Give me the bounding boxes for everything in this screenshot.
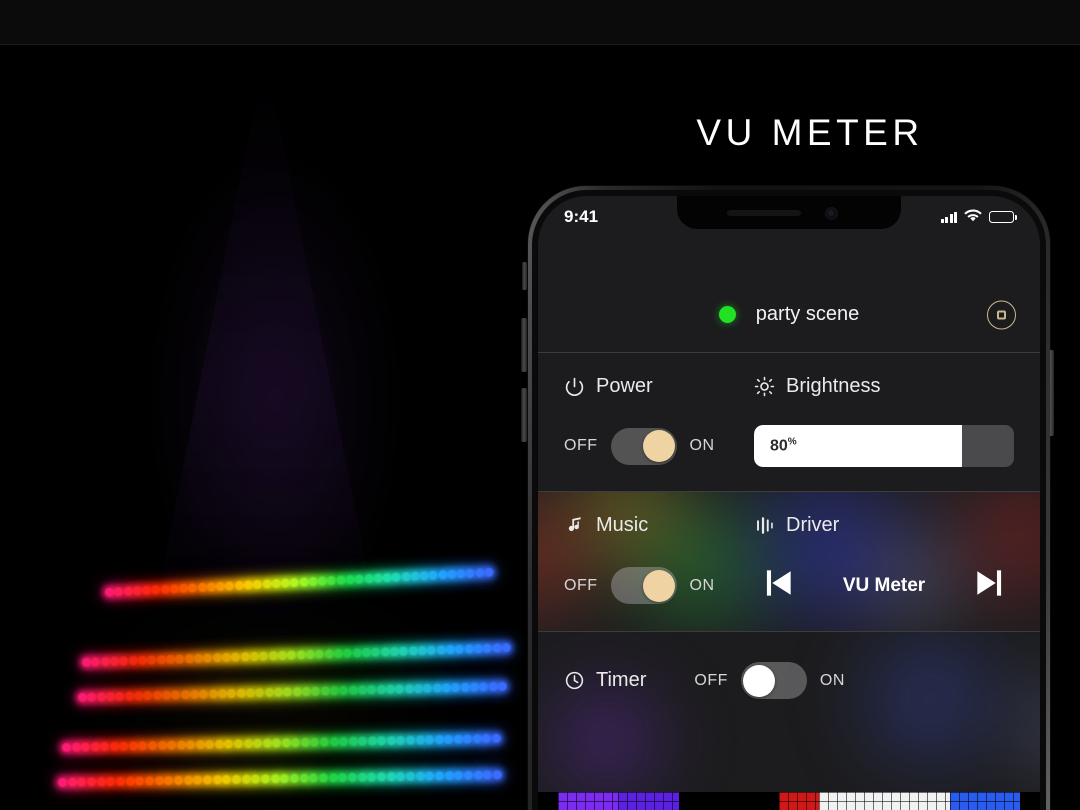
equalizer-bars-icon bbox=[754, 515, 775, 536]
power-icon bbox=[564, 376, 585, 397]
phone-inner-frame: 9:41 party scene Power Brightness OFF ON… bbox=[532, 190, 1046, 810]
power-brightness-section: Power Brightness OFF ON 80% bbox=[538, 353, 1040, 491]
timer-toggle[interactable] bbox=[740, 662, 807, 699]
music-toggle-off-label: OFF bbox=[564, 576, 598, 594]
music-label-group: Music bbox=[564, 514, 754, 537]
power-toggle-group[interactable]: OFF ON bbox=[564, 427, 754, 465]
screenshot-root: VU METER 9:41 party scene Power Brightne… bbox=[0, 0, 1080, 810]
timer-label: Timer bbox=[596, 669, 647, 691]
led-strip-photo bbox=[0, 45, 540, 810]
timer-toggle-on-label: ON bbox=[819, 671, 845, 689]
timer-color-glow bbox=[538, 632, 1040, 810]
vu-segment bbox=[618, 792, 679, 810]
timer-section: Timer OFF ON bbox=[538, 632, 1040, 810]
status-bar: 9:41 bbox=[538, 196, 1040, 238]
brightness-sun-icon bbox=[754, 376, 775, 397]
phone-volume-up-button[interactable] bbox=[521, 318, 527, 372]
power-label-group: Power bbox=[564, 375, 754, 398]
phone-screen: 9:41 party scene Power Brightness OFF ON… bbox=[538, 196, 1040, 810]
timer-toggle-group[interactable]: OFF ON bbox=[694, 662, 845, 699]
status-bar-icons bbox=[940, 207, 1017, 227]
stop-record-circle-icon[interactable] bbox=[987, 300, 1016, 329]
vu-meter-pixel-display bbox=[538, 792, 1040, 810]
brightness-label: Brightness bbox=[786, 375, 881, 397]
scene-name-label: party scene bbox=[755, 303, 860, 325]
vu-segment bbox=[1019, 792, 1040, 810]
music-note-icon bbox=[564, 515, 585, 536]
power-toggle-on-label: ON bbox=[689, 437, 715, 454]
vu-segment bbox=[558, 792, 619, 810]
brightness-label-group: Brightness bbox=[754, 375, 1014, 398]
vu-segment bbox=[778, 792, 820, 810]
vu-segment bbox=[538, 792, 559, 810]
battery-full-icon bbox=[989, 211, 1017, 223]
power-toggle-off-label: OFF bbox=[564, 437, 598, 454]
vu-segment bbox=[678, 792, 779, 810]
clock-icon bbox=[564, 670, 585, 691]
vu-segment bbox=[819, 792, 950, 810]
top-black-bar bbox=[0, 0, 1080, 45]
timer-toggle-off-label: OFF bbox=[694, 671, 728, 689]
vu-segment bbox=[949, 792, 1020, 810]
driver-value: VU Meter bbox=[842, 574, 926, 596]
power-label: Power bbox=[596, 375, 653, 397]
photo-glow-pool bbox=[60, 515, 530, 810]
music-label: Music bbox=[596, 514, 649, 536]
driver-label-group: Driver bbox=[754, 514, 1014, 537]
skip-next-icon[interactable] bbox=[970, 564, 1010, 607]
app-content: party scene Power Brightness OFF ON 80% … bbox=[538, 196, 1040, 810]
brightness-value: 80% bbox=[770, 436, 797, 455]
music-toggle[interactable] bbox=[610, 567, 677, 604]
driver-label: Driver bbox=[786, 514, 840, 536]
phone-volume-down-button[interactable] bbox=[521, 388, 527, 442]
driver-stepper: VU Meter bbox=[754, 564, 1014, 607]
skip-previous-icon[interactable] bbox=[758, 564, 798, 607]
status-bar-time: 9:41 bbox=[564, 207, 599, 226]
music-toggle-on-label: ON bbox=[689, 576, 715, 594]
scene-status-dot bbox=[718, 306, 736, 323]
page-title: VU METER bbox=[696, 112, 924, 153]
brightness-slider[interactable]: 80% bbox=[754, 425, 1014, 467]
timer-label-group: Timer bbox=[564, 669, 646, 692]
music-driver-section: Music Driver OFF ON VU Meter bbox=[538, 492, 1040, 631]
cellular-bars-icon bbox=[940, 211, 957, 223]
phone-mockup: 9:41 party scene Power Brightness OFF ON… bbox=[528, 186, 1050, 810]
music-toggle-group[interactable]: OFF ON bbox=[564, 567, 754, 604]
power-toggle[interactable] bbox=[610, 427, 677, 465]
wifi-icon bbox=[964, 207, 982, 227]
phone-silent-switch[interactable] bbox=[522, 262, 527, 290]
